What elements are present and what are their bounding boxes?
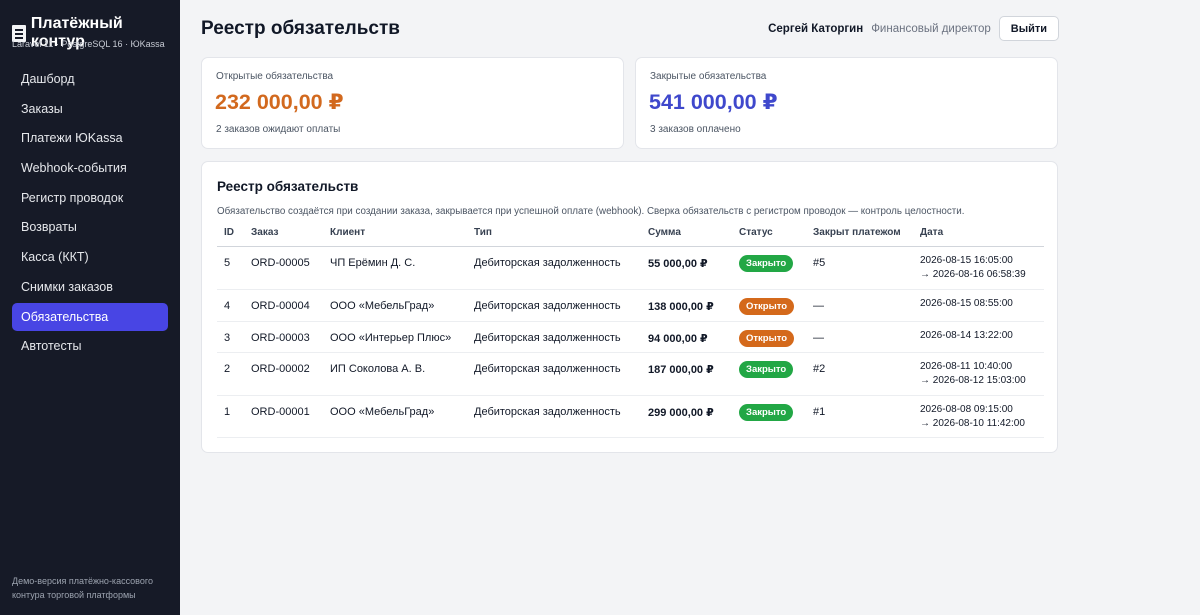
sidebar-item-orders[interactable]: Заказы	[12, 95, 168, 123]
cell-type: Дебиторская задолженность	[474, 363, 621, 375]
sidebar-item-webhooks[interactable]: Webhook-события	[12, 154, 168, 182]
kpi-card-closed: Закрытые обязательства 541 000,00 ₽ 3 за…	[635, 57, 1058, 149]
kpi-card-open: Открытые обязательства 232 000,00 ₽ 2 за…	[201, 57, 624, 149]
cell-type: Дебиторская задолженность	[474, 300, 621, 312]
date-created: 2026-08-11 10:40:00	[920, 361, 1013, 372]
status-badge: Открыто	[739, 298, 795, 315]
cell-id: 2	[224, 363, 231, 375]
kpi-note: 3 заказов оплачено	[650, 124, 741, 135]
date-created: 2026-08-08 09:15:00	[920, 404, 1013, 415]
kpi-label: Закрытые обязательства	[650, 71, 767, 82]
cell-type: Дебиторская задолженность	[474, 332, 621, 344]
brand-subtitle: Laravel 11 · PostgreSQL 16 · ЮKassa	[12, 39, 165, 49]
kpi-value: 232 000,00 ₽	[215, 90, 344, 114]
cell-amount: 94 000,00 ₽	[648, 333, 708, 345]
sidebar-item-ledger[interactable]: Регистр проводок	[12, 184, 168, 212]
cell-type: Дебиторская задолженность	[474, 257, 621, 269]
cell-client: ООО «МебельГрад»	[330, 406, 435, 418]
cell-date: 2026-08-14 13:22:00	[920, 329, 1013, 343]
sidebar: Платёжный контур Laravel 11 · PostgreSQL…	[0, 0, 180, 615]
status-badge: Открыто	[739, 330, 795, 347]
sidebar-footer: Демо-версия платёжно-кассового контура т…	[12, 576, 153, 600]
date-closed: → 2026-08-16 06:58:39	[920, 269, 1026, 280]
kpi-label: Открытые обязательства	[216, 71, 334, 82]
cell-amount: 187 000,00 ₽	[648, 364, 714, 376]
date-closed: → 2026-08-10 11:42:00	[920, 418, 1025, 429]
sidebar-item-order-snapshots[interactable]: Снимки заказов	[12, 273, 168, 301]
cell-id: 5	[224, 257, 231, 269]
registry-title: Реестр обязательств	[217, 179, 359, 194]
cell-date: 2026-08-15 16:05:00 → 2026-08-16 06:58:3…	[920, 254, 1026, 282]
sidebar-item-dashboard[interactable]: Дашборд	[12, 65, 168, 93]
cell-client: ООО «МебельГрад»	[330, 300, 435, 312]
sidebar-item-payments[interactable]: Платежи ЮKassa	[12, 124, 168, 152]
cell-order: ORD-00004	[251, 300, 310, 312]
column-header-client: Клиент	[330, 227, 366, 238]
user-role: Финансовый директор	[871, 22, 991, 35]
kpi-value: 541 000,00 ₽	[649, 90, 778, 114]
user-bar: Сергей Каторгин Финансовый директор Выйт…	[768, 16, 1059, 41]
registry-description: Обязательство создаётся при создании зак…	[217, 206, 965, 217]
cell-client: ООО «Интерьер Плюс»	[330, 332, 452, 344]
cell-payment: #2	[813, 363, 826, 375]
cell-client: ЧП Ерёмин Д. С.	[330, 257, 416, 269]
table-row[interactable]: 4 ORD-00004 ООО «МебельГрад» Дебиторская…	[217, 290, 1044, 322]
cell-date: 2026-08-11 10:40:00 → 2026-08-12 15:03:0…	[920, 360, 1026, 388]
date-created: 2026-08-15 16:05:00	[920, 255, 1013, 266]
column-header-amount: Сумма	[648, 227, 681, 238]
cell-id: 4	[224, 300, 231, 312]
status-badge: Закрыто	[739, 361, 794, 378]
cell-order: ORD-00003	[251, 332, 310, 344]
page-title: Реестр обязательств	[201, 18, 400, 39]
sidebar-item-obligations[interactable]: Обязательства	[12, 302, 168, 331]
cell-order: ORD-00005	[251, 257, 310, 269]
sidebar-item-autotests[interactable]: Автотесты	[12, 332, 168, 360]
column-header-order: Заказ	[251, 227, 279, 238]
table-row[interactable]: 2 ORD-00002 ИП Соколова А. В. Дебиторска…	[217, 353, 1044, 396]
cell-payment: —	[813, 300, 824, 312]
cell-amount: 138 000,00 ₽	[648, 301, 714, 313]
cell-order: ORD-00001	[251, 406, 310, 418]
sidebar-item-refunds[interactable]: Возвраты	[12, 213, 168, 241]
cell-order: ORD-00002	[251, 363, 310, 375]
cell-amount: 55 000,00 ₽	[648, 258, 708, 270]
cell-id: 1	[224, 406, 231, 418]
cell-payment: #1	[813, 406, 826, 418]
cell-id: 3	[224, 332, 231, 344]
date-closed: → 2026-08-12 15:03:00	[920, 375, 1026, 386]
table-row[interactable]: 1 ORD-00001 ООО «МебельГрад» Дебиторская…	[217, 396, 1044, 438]
cell-amount: 299 000,00 ₽	[648, 407, 714, 419]
sidebar-nav: Дашборд Заказы Платежи ЮKassa Webhook-со…	[12, 65, 168, 362]
date-created: 2026-08-15 08:55:00	[920, 298, 1013, 309]
column-header-date: Дата	[920, 227, 944, 238]
sidebar-item-cash-register[interactable]: Касса (ККТ)	[12, 243, 168, 271]
status-badge: Закрыто	[739, 404, 794, 421]
date-created: 2026-08-14 13:22:00	[920, 330, 1013, 341]
cell-date: 2026-08-08 09:15:00 → 2026-08-10 11:42:0…	[920, 403, 1025, 431]
table-row[interactable]: 5 ORD-00005 ЧП Ерёмин Д. С. Дебиторская …	[217, 247, 1044, 290]
registry-card: Реестр обязательств Обязательство создаё…	[201, 161, 1058, 453]
logout-button[interactable]: Выйти	[998, 16, 1059, 41]
cell-date: 2026-08-15 08:55:00	[920, 297, 1013, 311]
cell-type: Дебиторская задолженность	[474, 406, 621, 418]
column-header-type: Тип	[474, 227, 492, 238]
status-badge: Закрыто	[739, 255, 794, 272]
cell-client: ИП Соколова А. В.	[330, 363, 426, 375]
kpi-note: 2 заказов ожидают оплаты	[216, 124, 341, 135]
user-name: Сергей Каторгин	[768, 22, 864, 35]
column-header-id: ID	[224, 227, 234, 238]
column-header-status: Статус	[739, 227, 773, 238]
cell-payment: —	[813, 332, 824, 344]
table-row[interactable]: 3 ORD-00003 ООО «Интерьер Плюс» Дебиторс…	[217, 322, 1044, 353]
column-header-payment: Закрыт платежом	[813, 227, 901, 238]
cell-payment: #5	[813, 257, 826, 269]
